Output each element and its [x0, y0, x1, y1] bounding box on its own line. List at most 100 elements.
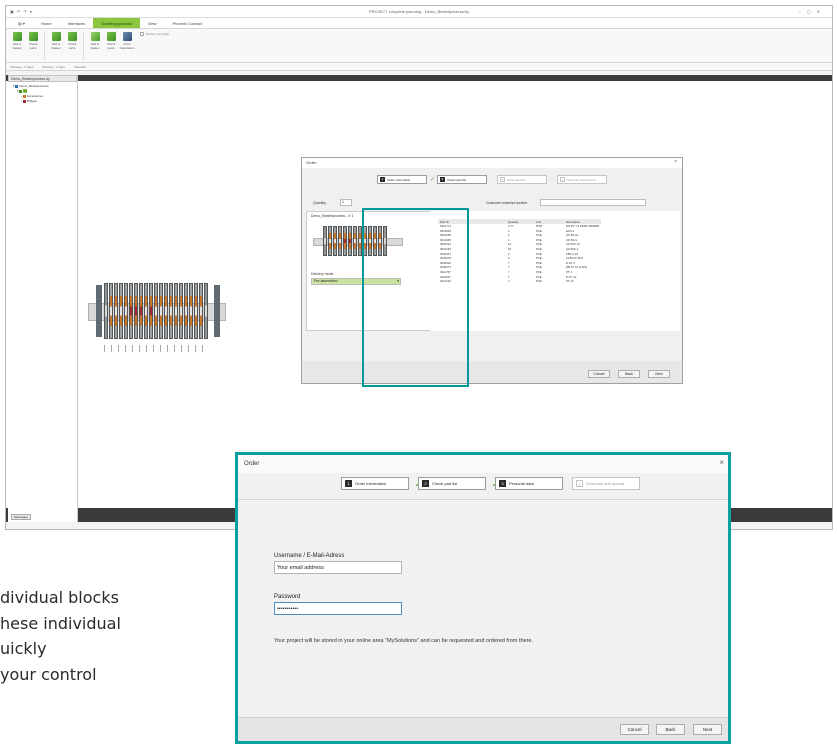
tab-ordering-process[interactable]: Ordering process	[93, 18, 140, 28]
checkmark-icon: ✓	[429, 177, 435, 183]
table-cell: PCE	[536, 279, 542, 284]
bridges-icon	[22, 99, 26, 103]
step-personal-data[interactable]: 3 Personal data	[495, 477, 563, 490]
close-icon[interactable]: ×	[719, 458, 724, 467]
back-button[interactable]: Back	[618, 370, 640, 378]
tab-phoenix-contact[interactable]: Phoenix Contact	[164, 18, 209, 28]
customer-material-number-input[interactable]	[540, 199, 646, 206]
table-cell: 7	[508, 279, 510, 284]
step-label: Summary and upload	[586, 481, 625, 486]
panel-tab[interactable]: Demo_Bestellprozess.dy	[8, 75, 77, 82]
wizard-steps: 1Order information✓ 2Check part list✓ 3P…	[341, 477, 640, 490]
ribbon-separator	[44, 32, 45, 60]
check-parts-button[interactable]: Check parts	[104, 32, 118, 58]
delivery-mode-label: Delivery mode	[311, 272, 334, 276]
dialog-button-bar	[238, 717, 728, 741]
delivery-template-label: Delivery template	[146, 32, 170, 36]
step-number: 1	[380, 177, 385, 182]
table-cell: NS 35/ 7,5 PERF 2000MM	[566, 224, 600, 228]
step-label: Summary and upload	[567, 177, 596, 182]
tree-item-bridges[interactable]: › Bridges	[11, 99, 74, 104]
step-number: 2	[440, 177, 445, 182]
cart-icon	[90, 32, 100, 41]
step-number: 1	[345, 480, 352, 487]
ribbon-button-label: Add to basket	[90, 42, 100, 50]
ribbon-group-label: Standard	[73, 65, 87, 69]
marker-ticks	[104, 345, 203, 352]
window-controls[interactable]: –▢✕	[799, 6, 826, 18]
next-button[interactable]: Next	[648, 370, 670, 378]
slide-text-line: your control	[0, 664, 97, 684]
password-input[interactable]	[274, 602, 402, 615]
add-to-basket-button[interactable]: Add to basket	[10, 32, 24, 58]
ribbon-group-label: Partners - 3 days	[42, 65, 66, 69]
ribbon-group-labels: Software - 3 days Partners - 3 days Stan…	[6, 63, 832, 71]
storage-info-text: Your project will be stored in your onli…	[274, 638, 533, 644]
terminal-strip-drawing[interactable]	[88, 275, 226, 355]
ribbon-button-label: Add to basket	[51, 42, 61, 50]
tab-interfaces[interactable]: Interfaces	[60, 18, 94, 28]
step-summary-upload[interactable]: 4 Summary and upload	[557, 175, 607, 184]
step-personal-data[interactable]: 3 Personal data	[497, 175, 547, 184]
step-summary-upload[interactable]: 4 Summary and upload	[572, 477, 640, 490]
ribbon: Add to basket Check parts Add to basket …	[6, 29, 832, 63]
ribbon-separator	[83, 32, 84, 60]
project-icon	[15, 84, 19, 88]
step-number: 3	[500, 177, 505, 182]
step-order-information[interactable]: 1Order information✓	[341, 477, 422, 490]
add-to-basket-button[interactable]: Add to basket	[88, 32, 102, 58]
step-label: Personal data	[509, 481, 534, 486]
step-number: 2	[422, 480, 429, 487]
step-number: 3	[499, 480, 506, 487]
file-menu-button[interactable]: ▤ ▾	[10, 18, 33, 28]
ribbon-button-label: Check parts	[28, 42, 38, 50]
check-icon	[28, 32, 38, 41]
messages-button[interactable]: Messages	[11, 514, 31, 520]
dialog-divider	[238, 499, 728, 500]
end-bracket-right	[214, 285, 220, 337]
customer-material-number-label: Customer material number	[486, 201, 528, 205]
ribbon-button-label: Check parts	[106, 42, 116, 50]
step-order-information[interactable]: 1Order information✓	[377, 175, 435, 184]
next-button[interactable]: Next	[693, 724, 722, 735]
document-tab-bar	[6, 75, 832, 81]
terminal-blocks	[104, 283, 209, 339]
step-label: Check part list	[432, 481, 458, 486]
check-icon	[106, 32, 116, 41]
dialog-title: Order	[238, 455, 728, 473]
order-dialog-small: Order × 1 Order information ✓ 2 Check part …	[301, 157, 683, 384]
step-check-part-list[interactable]: 2 Check part list	[437, 175, 487, 184]
ribbon-button-label: Check parts	[67, 42, 77, 50]
project-tree-panel: Demo_Bestellprozess.dy ▾ Demo_Bestellpro…	[8, 75, 78, 522]
ribbon-button-label: Add to basket	[12, 42, 22, 50]
step-label: Check part list	[447, 177, 467, 182]
slide-text-line: dividual blocks	[0, 588, 119, 607]
tree-item-label: Accessories	[26, 94, 44, 98]
check-parts-button[interactable]: Check parts	[26, 32, 40, 58]
tree-item-label: X1	[23, 89, 28, 93]
delivery-template-option[interactable]: Delivery template	[140, 32, 169, 62]
window-title: PROJECT complete planning - Demo_Bestell…	[369, 9, 469, 14]
end-bracket-left	[96, 285, 102, 337]
ribbon-button-label: Price Calculation	[119, 42, 135, 50]
cancel-button[interactable]: Cancel	[588, 370, 610, 378]
tree-item-label: Demo_Bestellprozess	[19, 84, 49, 88]
username-input[interactable]	[274, 561, 402, 574]
order-dialog-large: Order × 1Order information✓ 2Check part …	[235, 452, 731, 744]
tab-home[interactable]: Home	[33, 18, 60, 28]
title-bar: ▣ ↶ ↷ ▾ PROJECT complete planning - Demo…	[6, 6, 832, 18]
add-to-basket-icon	[12, 32, 22, 41]
tab-view[interactable]: View	[140, 18, 165, 28]
close-icon[interactable]: ×	[674, 159, 677, 165]
back-button[interactable]: Back	[656, 724, 685, 735]
cancel-button[interactable]: Cancel	[620, 724, 649, 735]
step-label: Personal data	[507, 177, 526, 182]
step-label: Order information	[355, 481, 387, 486]
price-calculation-button[interactable]: Price Calculation	[120, 32, 134, 58]
add-to-basket-button[interactable]: Add to basket	[49, 32, 63, 58]
ribbon-tabs: ▤ ▾ Home Interfaces Ordering process Vie…	[6, 18, 832, 29]
check-icon	[67, 32, 77, 41]
check-parts-button[interactable]: Check parts	[65, 32, 79, 58]
quantity-input[interactable]: 1	[340, 199, 352, 206]
step-check-part-list[interactable]: 2Check part list✓	[418, 477, 499, 490]
